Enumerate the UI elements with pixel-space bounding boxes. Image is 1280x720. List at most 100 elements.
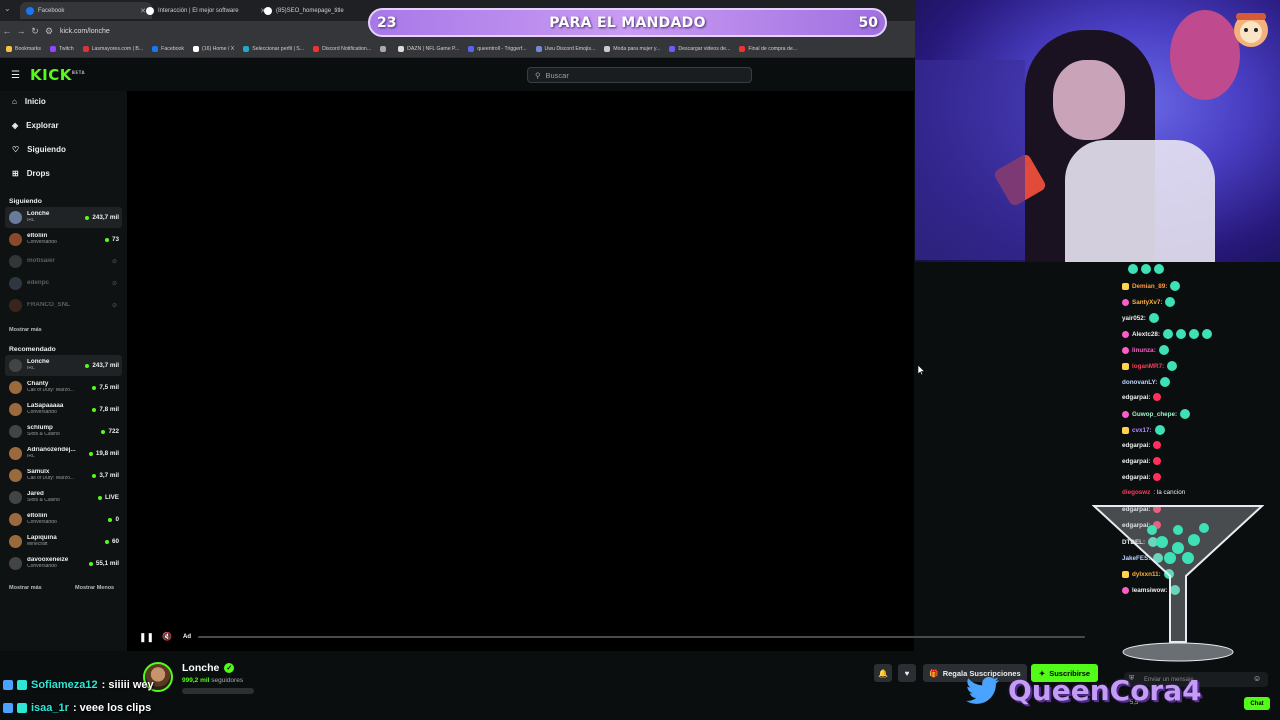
live-dot-icon — [85, 363, 90, 368]
webcam-feed — [915, 0, 1280, 262]
chat-username[interactable]: SantyXv7: — [1132, 299, 1162, 306]
search-input[interactable]: ⚲ Buscar — [527, 67, 752, 83]
chat-username[interactable]: yair052: — [1122, 315, 1146, 322]
sidebar-channel[interactable]: Samulx Call of Duty: Warzo... 3,7 mil — [5, 465, 122, 486]
compass-icon: ◈ — [12, 121, 19, 130]
streamer-name[interactable]: Lonche ✓ — [182, 662, 235, 674]
bookmark-item[interactable]: Moda para mujer y... — [604, 46, 660, 52]
bookmark-item[interactable]: Bookmarks — [6, 46, 41, 52]
sidebar-channel[interactable]: Lapiquina Minecraft 60 — [5, 531, 122, 552]
browser-tab-facebook[interactable]: Facebook ✕ — [20, 2, 152, 19]
chat-message: yair052: — [1122, 313, 1159, 323]
channel-category: Call of Duty: Warzo... — [27, 476, 75, 482]
chat-username[interactable]: edgarpai: — [1122, 394, 1150, 401]
sidebar-channel[interactable]: Jared Slots & Casino LIVE — [5, 487, 122, 508]
chat-username[interactable]: edgarpai: — [1122, 474, 1150, 481]
sidebar-channel[interactable]: edenpc ⊘ — [5, 273, 122, 294]
live-dot-icon — [98, 495, 102, 500]
chat-message: diegoswz: la cancion — [1122, 489, 1185, 496]
nav-explorar[interactable]: ◈ Explorar — [12, 121, 59, 130]
kick-logo[interactable]: KICKBETA — [30, 66, 85, 84]
avatar — [9, 403, 22, 416]
reload-icon[interactable]: ↻ — [28, 26, 42, 37]
avatar — [9, 381, 22, 394]
bookmark-item[interactable]: Discord Notification... — [313, 46, 371, 52]
nav-inicio[interactable]: ⌂ Inicio — [12, 97, 46, 106]
chat-username[interactable]: cvx17: — [1132, 427, 1152, 434]
emoji-icon[interactable]: ☺ — [1253, 674, 1261, 683]
video-player[interactable] — [127, 91, 914, 651]
bookmark-icon — [243, 46, 250, 52]
sidebar-channel[interactable]: Lonche IRL 243,7 mil — [5, 207, 122, 228]
sidebar-channel[interactable]: Lonche IRL 243,7 mil — [5, 355, 122, 376]
chat-username[interactable]: edgarpai: — [1122, 442, 1150, 449]
nav-drops[interactable]: ⊞ Drops — [12, 169, 50, 178]
bookmark-item[interactable]: Twitch — [49, 46, 74, 52]
sidebar-channel[interactable]: eltoliin Conversando 73 — [5, 229, 122, 250]
nav-siguiendo[interactable]: ♡ Siguiendo — [12, 145, 66, 154]
volume-muted-icon[interactable]: 🔇 — [162, 632, 172, 641]
background — [915, 60, 1025, 260]
show-more-recommended[interactable]: Mostrar más — [9, 585, 42, 591]
bookmark-item[interactable]: queentroll - Triggerf... — [468, 46, 527, 52]
bookmark-item[interactable] — [380, 46, 389, 52]
bookmark-item[interactable]: (16) Home / X — [192, 46, 234, 52]
url-field[interactable]: kick.com/lonche — [60, 28, 110, 35]
bookmark-item[interactable]: Uwu Discord Emojis... — [535, 46, 595, 52]
sidebar-channel[interactable]: FRANCO_SNL ⊘ — [5, 295, 122, 316]
show-more-following[interactable]: Mostrar más — [9, 327, 42, 333]
chat-username[interactable]: diegoswz — [1122, 489, 1150, 496]
bookmark-item[interactable]: DAZN | NFL Game P... — [398, 46, 459, 52]
sidebar-channel[interactable]: schlump Slots & Casino 722 — [5, 421, 122, 442]
chat-username[interactable]: Demian_89: — [1132, 283, 1167, 290]
chat-username[interactable]: loganMR7: — [1132, 363, 1164, 370]
channel-category: Conversando — [27, 240, 57, 246]
sidebar-channel[interactable]: eltoliin Conversando 0 — [5, 509, 122, 530]
badge-icon — [3, 680, 13, 690]
channel-name: Chanty — [27, 381, 49, 388]
bookmark-item[interactable]: Lasmayores.com | B... — [82, 46, 143, 52]
chat-username[interactable]: edgarpai: — [1122, 458, 1150, 465]
chat-send-button[interactable]: Chat — [1244, 697, 1270, 710]
badge-icon — [17, 680, 27, 690]
chat-username[interactable]: donovanLY: — [1122, 379, 1157, 386]
channel-name: LaSapaaaaa — [27, 403, 64, 410]
sidebar-channel[interactable]: LaSapaaaaa Conversando 7,8 mil — [5, 399, 122, 420]
sidebar-channel[interactable]: mofisaier ⊘ — [5, 251, 122, 272]
video-progress-bar[interactable] — [198, 636, 1085, 638]
offline-icon: ⊘ — [111, 303, 117, 309]
emote-icon — [1158, 345, 1169, 355]
show-less-recommended[interactable]: Mostrar Menos — [75, 585, 114, 591]
bell-icon: 🔔 — [878, 668, 888, 678]
forward-icon[interactable]: → — [14, 26, 28, 36]
chat-message: edgarpai: — [1122, 473, 1162, 481]
chat-username[interactable]: Guwop_chepe: — [1132, 411, 1177, 418]
site-info-icon[interactable]: ⚙ — [42, 26, 56, 37]
bookmark-item[interactable]: Descargar videos de... — [669, 46, 730, 52]
chat-message: Guwop_chepe: — [1122, 409, 1191, 419]
bookmark-icon — [82, 46, 89, 52]
home-icon: ⌂ — [12, 97, 17, 106]
sidebar-channel[interactable]: Adrianozendej... IRL 19,8 mil — [5, 443, 122, 464]
offline-icon: ⊘ — [111, 281, 117, 287]
emote-icon — [1180, 409, 1191, 419]
chat-username[interactable]: linunza: — [1132, 347, 1156, 354]
chat-username[interactable]: Alextc28: — [1132, 331, 1160, 338]
sidebar-channel[interactable]: Chanty Call of Duty: Warzo... 7,5 mil — [5, 377, 122, 398]
browser-tab-interaccion[interactable]: Interacción | El mejor software ✕ — [140, 2, 272, 19]
bookmark-item[interactable]: Seleccionar perfil | S... — [243, 46, 304, 52]
live-dot-icon — [92, 407, 97, 412]
bookmark-item[interactable]: Final de compra de... — [739, 46, 797, 52]
sidebar-channel[interactable]: davooxeneize Conversando 55,1 mil — [5, 553, 122, 574]
back-icon[interactable]: ← — [0, 26, 14, 36]
tab-list-icon[interactable]: ⌄ — [4, 4, 11, 13]
notification-bell-button[interactable]: 🔔 — [874, 664, 892, 682]
viewer-count: 73 — [111, 236, 119, 243]
bookmark-item[interactable]: Facebook — [152, 46, 184, 52]
live-dot-icon — [92, 385, 97, 390]
channel-name: Lonche — [27, 359, 50, 366]
follow-heart-button[interactable]: ♥ — [898, 664, 916, 682]
tab-title: Facebook — [38, 7, 65, 14]
menu-icon[interactable]: ☰ — [11, 70, 20, 81]
pause-icon[interactable]: ❚❚ — [139, 632, 154, 643]
